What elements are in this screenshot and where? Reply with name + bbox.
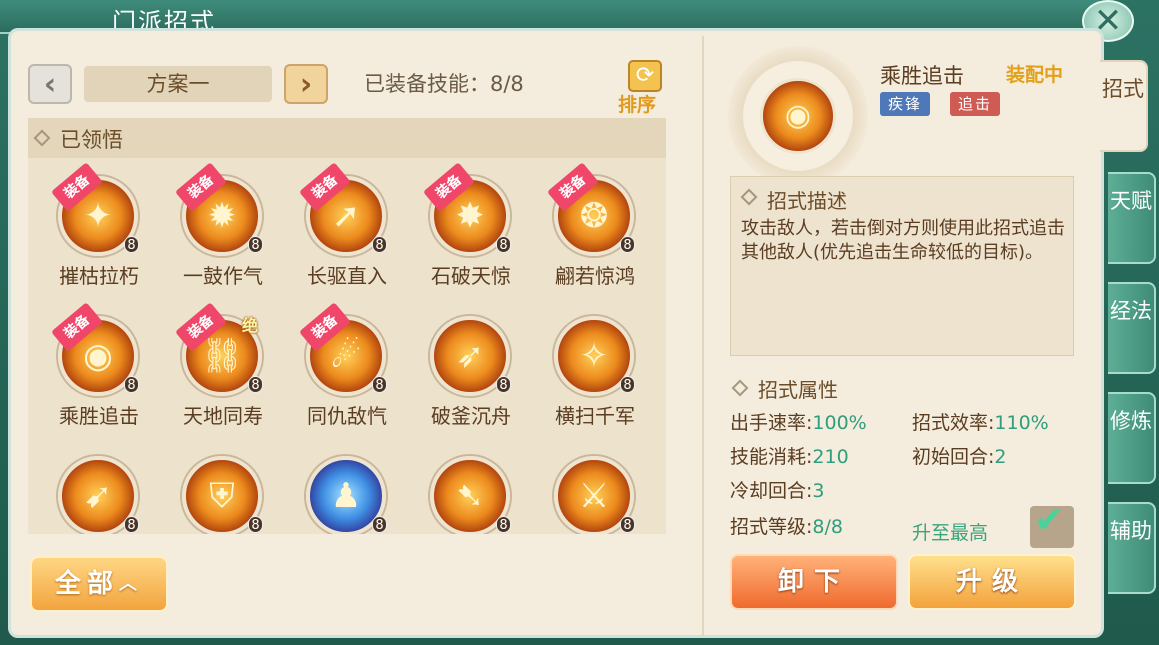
attr-cost: 技能消耗:210	[730, 446, 849, 468]
diamond-icon	[33, 129, 51, 147]
skill-level: 8	[496, 376, 511, 393]
skill-level: 8	[372, 236, 387, 253]
tab-xiulian[interactable]: 修炼	[1108, 392, 1156, 484]
skill-item[interactable]: ◉ 8 装备 乘胜追击	[40, 302, 150, 446]
skill-name: 乘胜追击	[59, 404, 139, 428]
skill-item[interactable]: ➹ 8	[40, 456, 150, 534]
skill-list[interactable]: 已领悟 ✦ 8 装备 摧枯拉朽 ✹ 8 装备 一鼓作气 ➚ 8 装备 长驱直入 ✸ 8 装备 石破天惊 ❂ 8 装备…	[28, 118, 666, 534]
sort-button[interactable]: ⟳ 排序	[616, 60, 668, 118]
skill-level: 8	[124, 236, 139, 253]
skill-title: 乘胜追击	[880, 64, 964, 88]
sort-label: 排序	[618, 94, 657, 116]
skill-item[interactable]: ➷ 8	[412, 456, 522, 534]
tab-jingfa[interactable]: 经法	[1108, 282, 1156, 374]
skill-level: 8	[248, 516, 263, 533]
description-title: 招式描述	[767, 189, 847, 213]
skill-item[interactable]: ⛓ 8 装备绝天地同寿	[164, 302, 274, 446]
tab-zhaoshi[interactable]: 招式	[1100, 60, 1148, 152]
skill-level: 8	[124, 516, 139, 533]
skill-item[interactable]: ➶ 8 破釜沉舟	[412, 316, 522, 446]
upgrade-button[interactable]: 升级	[908, 554, 1076, 610]
selected-skill-icon: ◉	[728, 46, 868, 186]
skill-level: 8	[124, 376, 139, 393]
upgrade-max-label: 升至最高	[912, 522, 989, 544]
status-badge: 装配中	[1006, 64, 1064, 86]
skill-name: 破釜沉舟	[431, 404, 511, 428]
divider	[702, 36, 704, 636]
check-icon: ✔	[1034, 500, 1065, 541]
attr-cooldown: 冷却回合:3	[730, 480, 825, 502]
equipped-count: 已装备技能：8/8	[364, 72, 524, 96]
skill-name: 石破天惊	[431, 264, 511, 288]
tab-fuzhu[interactable]: 辅助	[1108, 502, 1156, 594]
skill-name: 横扫千军	[555, 404, 635, 428]
skill-art-icon: ◉	[760, 78, 836, 154]
skill-item[interactable]: ⚔ 8	[536, 456, 646, 534]
attributes-title: 招式属性	[758, 378, 838, 402]
diamond-icon	[731, 379, 749, 397]
filter-all-label: 全部	[54, 569, 119, 599]
skill-level: 8	[620, 376, 635, 393]
section-header: 已领悟	[28, 118, 666, 158]
skill-name: 摧枯拉朽	[59, 264, 139, 288]
attr-initial-round: 初始回合:2	[912, 446, 1007, 468]
tab-tianfu[interactable]: 天赋	[1108, 172, 1156, 264]
skill-level: 8	[372, 376, 387, 393]
ultimate-badge: 绝	[242, 316, 259, 335]
skill-level: 8	[372, 516, 387, 533]
chevron-up-icon: ︿	[119, 573, 143, 595]
skill-level: 8	[620, 236, 635, 253]
skill-level: 8	[496, 516, 511, 533]
section-label: 已领悟	[60, 128, 123, 152]
attributes-header: 招式属性	[730, 374, 930, 402]
skill-item[interactable]: ♟ 8	[288, 456, 398, 534]
skill-level: 8	[620, 516, 635, 533]
plan-name: 方案一	[84, 66, 272, 102]
unequip-button[interactable]: 卸下	[730, 554, 898, 610]
attr-efficiency: 招式效率:110%	[912, 412, 1049, 434]
upgrade-max-checkbox[interactable]: ✔	[1030, 500, 1074, 548]
skill-tag: 疾锋	[880, 92, 931, 116]
skill-name: 翩若惊鸿	[555, 264, 635, 288]
skill-item[interactable]: ✸ 8 装备 石破天惊	[412, 162, 522, 306]
skill-item[interactable]: ✧ 8 横扫千军	[536, 316, 646, 446]
skill-tag: 追击	[950, 92, 1001, 116]
attr-level: 招式等级:8/8	[730, 516, 843, 538]
skill-item[interactable]: ⛨ 8	[164, 456, 274, 534]
prev-plan-button[interactable]: ‹	[28, 64, 72, 104]
skill-item[interactable]: ✹ 8 装备 一鼓作气	[164, 162, 274, 306]
next-plan-button[interactable]: ›	[284, 64, 328, 104]
skill-item[interactable]: ➚ 8 装备 长驱直入	[288, 162, 398, 306]
skill-item[interactable]: ☄ 8 装备 同仇敌忾	[288, 302, 398, 446]
skill-item[interactable]: ❂ 8 装备 翩若惊鸿	[536, 162, 646, 306]
skill-name: 长驱直入	[307, 264, 387, 288]
attr-speed: 出手速率:100%	[730, 412, 867, 434]
description-text: 攻击敌人，若击倒对方则使用此招式追击其他敌人(优先追击生命较低的目标)。	[741, 218, 1065, 263]
skill-name: 同仇敌忾	[307, 404, 387, 428]
filter-all-button[interactable]: 全部︿	[30, 556, 168, 612]
skill-level: 8	[248, 376, 263, 393]
refresh-icon: ⟳	[628, 60, 662, 92]
skill-level: 8	[248, 236, 263, 253]
skill-name: 天地同寿	[183, 404, 263, 428]
skill-level: 8	[496, 236, 511, 253]
description-box: 招式描述 攻击敌人，若击倒对方则使用此招式追击其他敌人(优先追击生命较低的目标)…	[730, 176, 1074, 356]
skill-name: 一鼓作气	[183, 264, 263, 288]
diamond-icon	[740, 188, 758, 206]
skill-item[interactable]: ✦ 8 装备 摧枯拉朽	[40, 162, 150, 306]
